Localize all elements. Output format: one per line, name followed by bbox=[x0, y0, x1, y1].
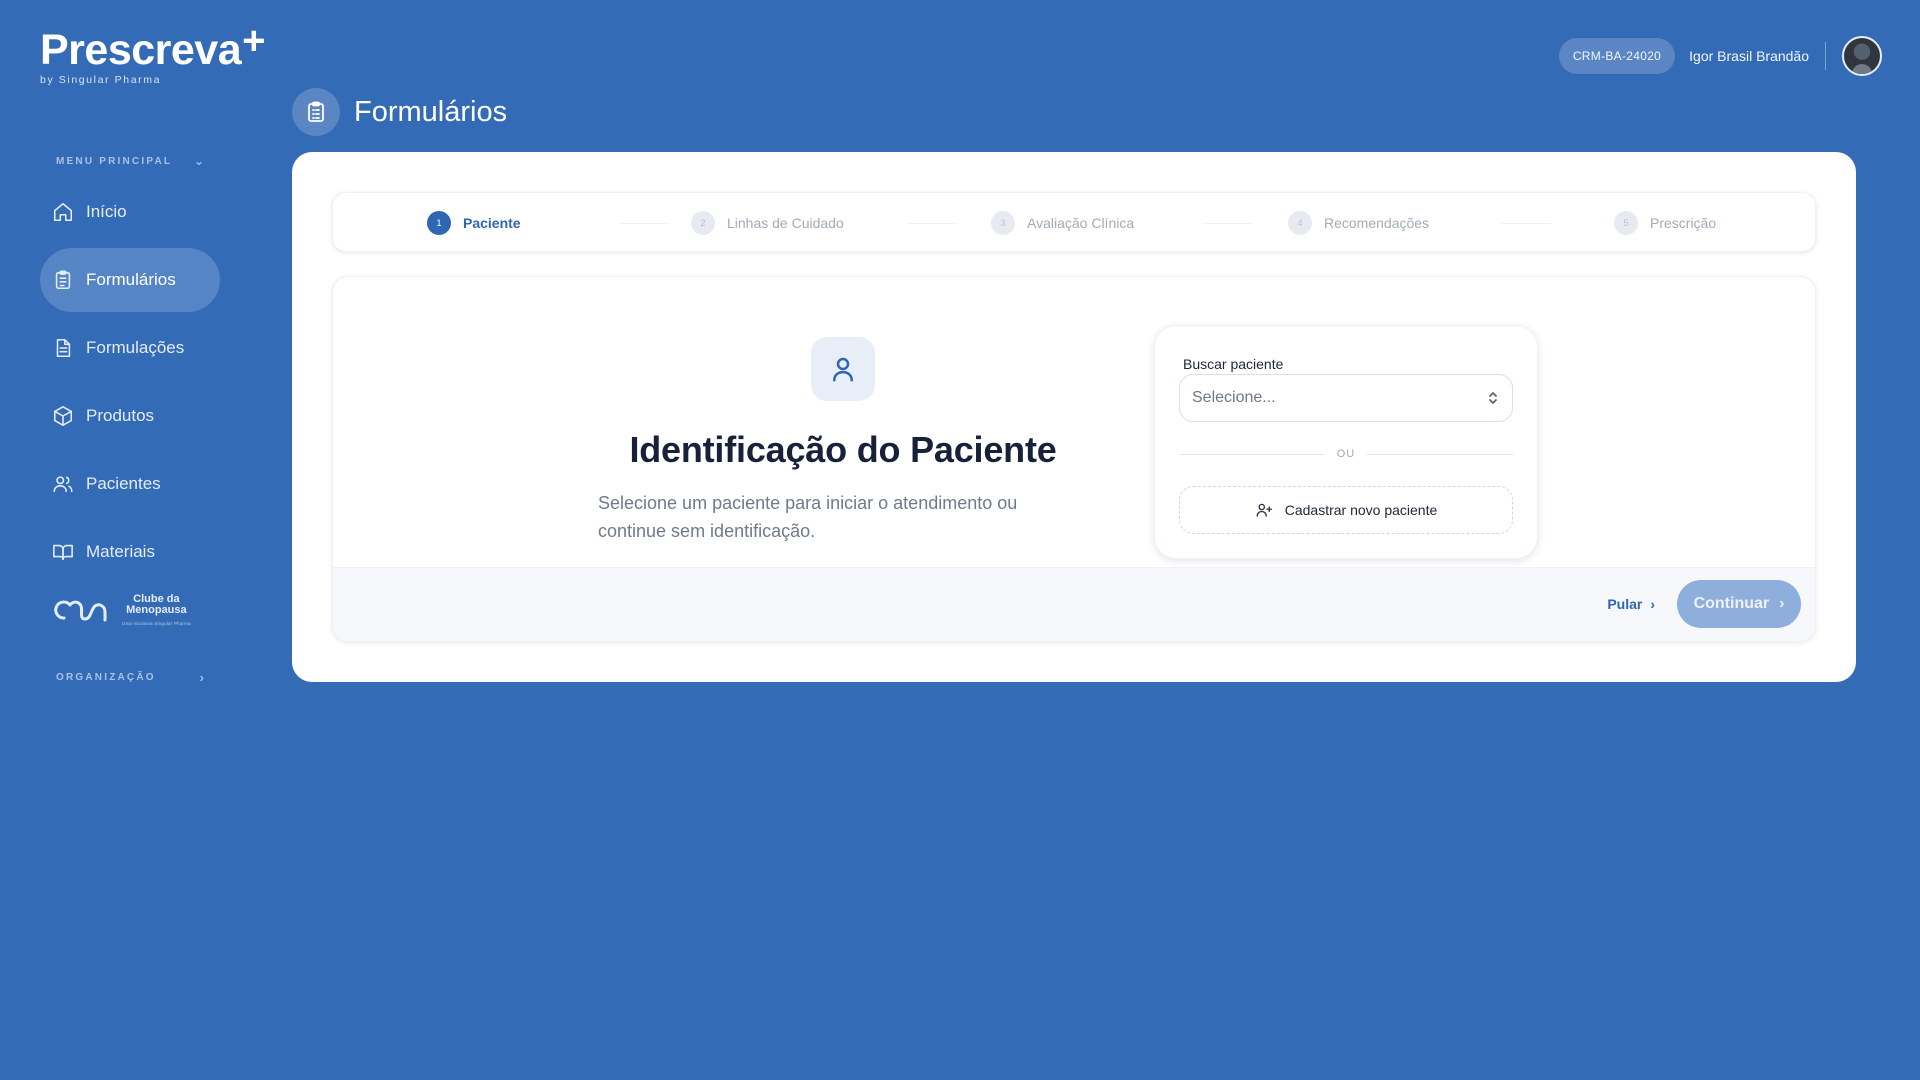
crm-badge: CRM-BA-24020 bbox=[1558, 38, 1676, 74]
clube-menopausa-link[interactable]: Clube da Menopausa Uma iniciativa Singul… bbox=[50, 594, 191, 629]
search-label: Buscar paciente bbox=[1183, 356, 1284, 372]
package-icon bbox=[52, 405, 74, 427]
step-avaliacao-clinica[interactable]: 3 Avaliação Clínica bbox=[991, 211, 1134, 235]
step-prescricao[interactable]: 5 Prescrição bbox=[1614, 211, 1716, 235]
document-icon bbox=[52, 337, 74, 359]
brand-plus: + bbox=[242, 19, 265, 63]
new-patient-label: Cadastrar novo paciente bbox=[1284, 502, 1438, 518]
avatar[interactable] bbox=[1842, 36, 1882, 76]
step-number: 3 bbox=[991, 211, 1015, 235]
brand-name: Prescreva bbox=[40, 26, 242, 74]
app: Prescreva + by Singular Pharma MENU PRINC… bbox=[0, 0, 1920, 1080]
club-line2: Menopausa bbox=[126, 604, 187, 616]
sidebar-nav: Início Formulários Formulações Produtos … bbox=[40, 180, 220, 588]
sidebar-item-label: Produtos bbox=[86, 406, 155, 425]
main-card: 1 Paciente 2 Linhas de Cuidado 3 Avaliaç… bbox=[292, 152, 1856, 682]
identification-heading: Identificação do Paciente bbox=[629, 429, 1057, 470]
clube-menopausa-text: Clube da Menopausa Uma iniciativa Singul… bbox=[122, 594, 191, 629]
sidebar-item-label: Formulários bbox=[86, 270, 176, 289]
patient-panel: Identificação do Paciente Selecione um p… bbox=[332, 276, 1816, 642]
sidebar-item-label: Materiais bbox=[86, 542, 155, 561]
continue-label: Continuar bbox=[1693, 595, 1770, 612]
step-paciente[interactable]: 1 Paciente bbox=[427, 211, 521, 235]
divider bbox=[1825, 42, 1826, 70]
club-sub: Uma iniciativa Singular Pharma bbox=[122, 621, 191, 626]
clipboard-icon bbox=[292, 88, 340, 136]
step-label: Paciente bbox=[463, 215, 521, 231]
sidebar-item-formulacoes[interactable]: Formulações bbox=[40, 316, 220, 380]
sidebar-item-label: Início bbox=[86, 202, 127, 221]
step-connector bbox=[1501, 223, 1551, 224]
chevron-right-icon: › bbox=[1650, 596, 1655, 612]
step-linhas-de-cuidado[interactable]: 2 Linhas de Cuidado bbox=[691, 211, 844, 235]
skip-label: Pular bbox=[1607, 596, 1643, 612]
continue-button[interactable]: Continuar › bbox=[1677, 580, 1801, 628]
sidebar-item-label: Formulações bbox=[86, 338, 185, 357]
sidebar-item-produtos[interactable]: Produtos bbox=[40, 384, 220, 448]
step-number: 1 bbox=[427, 211, 451, 235]
step-number: 5 bbox=[1614, 211, 1638, 235]
user-icon bbox=[811, 337, 875, 401]
sidebar-item-inicio[interactable]: Início bbox=[40, 180, 220, 244]
identification-section: Identificação do Paciente Selecione um p… bbox=[598, 337, 1083, 545]
clube-menopausa-logo-icon bbox=[54, 600, 107, 621]
chevron-up-down-icon bbox=[1489, 392, 1497, 404]
step-label: Prescrição bbox=[1650, 215, 1717, 231]
brand-tagline: by Singular Pharma bbox=[40, 74, 162, 86]
sidebar-item-pacientes[interactable]: Pacientes bbox=[40, 452, 220, 516]
step-recomendacoes[interactable]: 4 Recomendações bbox=[1288, 211, 1429, 235]
step-connector bbox=[907, 223, 957, 224]
step-number: 4 bbox=[1288, 211, 1312, 235]
user-name: Igor Brasil Brandão bbox=[1689, 48, 1809, 64]
sidebar-item-materiais[interactable]: Materiais bbox=[40, 520, 220, 584]
or-label: OU bbox=[1336, 448, 1356, 460]
page-header: Formulários bbox=[292, 88, 507, 136]
org-heading-label: ORGANIZAÇÃO bbox=[56, 672, 156, 683]
skip-button[interactable]: Pular › bbox=[1607, 596, 1655, 612]
menu-heading-label: MENU PRINCIPAL bbox=[56, 155, 173, 167]
sidebar-item-formularios[interactable]: Formulários bbox=[40, 248, 220, 312]
user-plus-icon bbox=[1256, 503, 1272, 517]
step-connector bbox=[619, 223, 669, 224]
users-icon bbox=[52, 473, 74, 495]
chevron-right-icon: › bbox=[1779, 595, 1785, 612]
chevron-down-icon: ⌄ bbox=[193, 154, 204, 168]
brand-logo[interactable]: Prescreva + by Singular Pharma bbox=[40, 19, 265, 86]
or-divider: OU bbox=[1179, 446, 1513, 462]
step-number: 2 bbox=[691, 211, 715, 235]
stepper: 1 Paciente 2 Linhas de Cuidado 3 Avaliaç… bbox=[332, 192, 1816, 252]
sidebar-item-label: Pacientes bbox=[86, 474, 161, 493]
step-label: Recomendações bbox=[1324, 215, 1430, 231]
step-label: Avaliação Clínica bbox=[1027, 215, 1135, 231]
book-icon bbox=[52, 541, 74, 563]
page-title: Formulários bbox=[354, 95, 508, 128]
home-icon bbox=[52, 201, 74, 223]
clipboard-icon bbox=[52, 269, 74, 291]
panel-footer: Pular › Continuar › bbox=[333, 567, 1815, 641]
step-connector bbox=[1203, 223, 1253, 224]
step-label: Linhas de Cuidado bbox=[727, 215, 844, 231]
select-placeholder: Selecione... bbox=[1192, 389, 1276, 406]
patient-select[interactable]: Selecione... bbox=[1179, 374, 1513, 422]
new-patient-button[interactable]: Cadastrar novo paciente bbox=[1179, 486, 1513, 534]
search-patient-box: Buscar paciente Selecione... OU Cadastra… bbox=[1154, 325, 1538, 559]
menu-principal-heading[interactable]: MENU PRINCIPAL ⌄ bbox=[56, 154, 204, 168]
identification-description: Selecione um paciente para iniciar o ate… bbox=[598, 493, 1018, 541]
chevron-right-icon: › bbox=[199, 670, 204, 685]
organizacao-heading[interactable]: ORGANIZAÇÃO › bbox=[56, 670, 204, 685]
user-area: CRM-BA-24020 Igor Brasil Brandão bbox=[1558, 36, 1882, 76]
